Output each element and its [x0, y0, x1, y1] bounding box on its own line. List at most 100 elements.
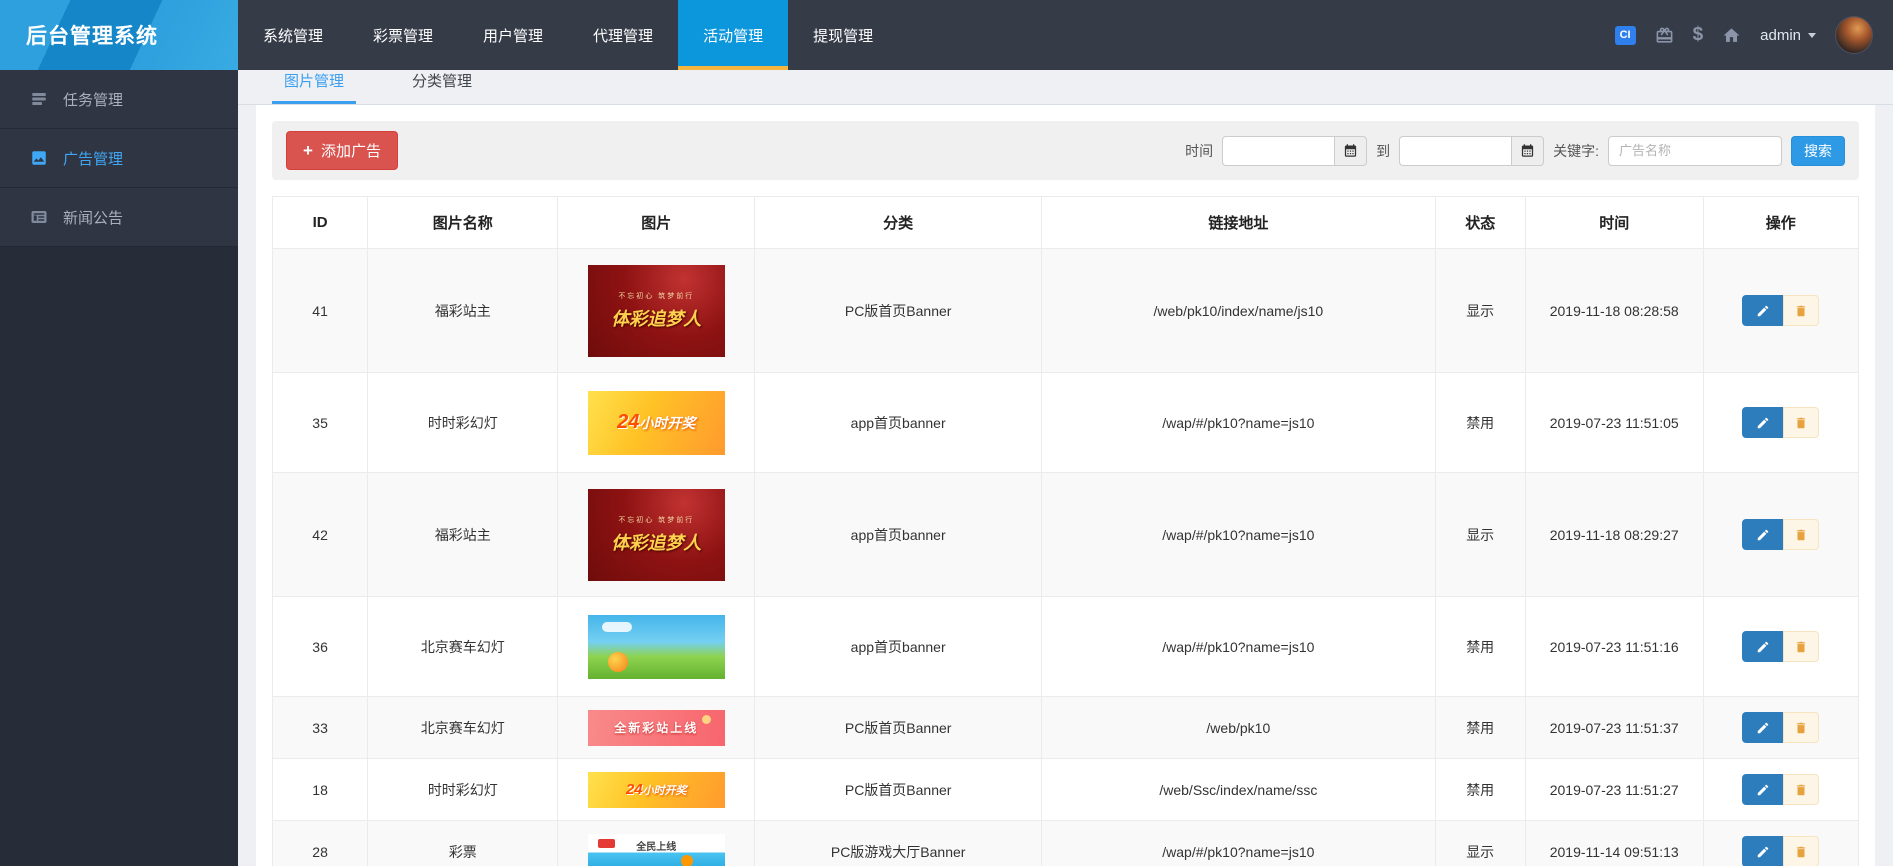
- table-row: 35 时时彩幻灯 24 小时开奖 app首页banner /wap/#/pk10?…: [271, 372, 1860, 473]
- column-header: 时间: [1524, 196, 1704, 249]
- edit-button[interactable]: [1742, 631, 1784, 662]
- cell-time: 2019-11-18 08:29:27: [1524, 472, 1704, 597]
- table-header-row: ID 图片名称 图片 分类 链接地址 状态 时间 操作: [271, 196, 1860, 249]
- edit-button[interactable]: [1742, 836, 1784, 866]
- cell-id: 35: [271, 372, 369, 473]
- plus-icon: +: [303, 141, 313, 160]
- cell-actions: [1702, 248, 1860, 373]
- sidebar-spacer: [0, 247, 238, 866]
- status-badge: 禁用: [1434, 372, 1526, 473]
- search-button[interactable]: 搜索: [1791, 135, 1845, 166]
- pencil-icon: [1756, 845, 1770, 859]
- tab-category-management[interactable]: 分类管理: [400, 70, 484, 104]
- start-date-input[interactable]: [1222, 135, 1335, 166]
- end-date-group: [1399, 135, 1545, 166]
- cell-image: 不忘初心 筑梦前行 体彩追梦人: [557, 472, 756, 597]
- cell-actions: [1702, 472, 1860, 597]
- topnav-item-1[interactable]: 彩票管理: [348, 0, 458, 70]
- pencil-icon: [1756, 528, 1770, 542]
- top-right-tools: CI $ admin: [1614, 0, 1893, 70]
- status-badge: 禁用: [1434, 696, 1526, 759]
- table-row: 33 北京赛车幻灯 全新彩站上线 PC版首页Banner /web/pk10 禁…: [271, 696, 1860, 759]
- calendar-icon[interactable]: [1334, 135, 1368, 166]
- ci-badge-icon[interactable]: CI: [1614, 25, 1636, 45]
- cell-link: /web/Ssc/index/name/ssc: [1041, 758, 1436, 821]
- cell-category: app首页banner: [754, 596, 1043, 697]
- sidebar-item-label: 新闻公告: [63, 209, 124, 227]
- pencil-icon: [1756, 304, 1770, 318]
- delete-button[interactable]: [1783, 631, 1820, 662]
- cell-link: /web/pk10/index/name/js10: [1041, 248, 1436, 373]
- delete-button[interactable]: [1783, 836, 1820, 866]
- cell-id: 36: [271, 596, 369, 697]
- topnav-item-2[interactable]: 用户管理: [458, 0, 568, 70]
- edit-button[interactable]: [1742, 712, 1784, 743]
- column-header: 图片名称: [367, 196, 559, 249]
- banner-text: 体彩追梦人: [611, 308, 702, 329]
- main-layout: 任务管理 广告管理 新闻公告 图片管理 分类管理 + 添加广告 时间 到 关键字…: [0, 70, 1893, 866]
- table-row: 18 时时彩幻灯 24 小时开奖 PC版首页Banner /web/Ssc/ind…: [271, 758, 1860, 821]
- delete-button[interactable]: [1783, 407, 1820, 438]
- delete-button[interactable]: [1783, 712, 1820, 743]
- main-content: 图片管理 分类管理 + 添加广告 时间 到 关键字: 广告名称 搜索 ID 图片…: [238, 70, 1893, 866]
- top-nav-items: 系统管理 彩票管理 用户管理 代理管理 活动管理 提现管理: [238, 0, 898, 70]
- ads-table: ID 图片名称 图片 分类 链接地址 状态 时间 操作 41 福彩站主 不忘初心 筑梦前行 体彩…: [271, 196, 1860, 866]
- add-ad-button[interactable]: + 添加广告: [286, 131, 398, 170]
- sidebar-item-0[interactable]: 任务管理: [0, 70, 238, 129]
- pencil-icon: [1756, 721, 1770, 735]
- cell-id: 33: [271, 696, 369, 759]
- news-icon: [30, 208, 48, 226]
- cell-id: 41: [271, 248, 369, 373]
- topnav-item-5[interactable]: 提现管理: [788, 0, 898, 70]
- user-name: admin: [1760, 26, 1801, 44]
- edit-button[interactable]: [1742, 407, 1784, 438]
- start-date-group: [1222, 135, 1368, 166]
- sidebar-item-2[interactable]: 新闻公告: [0, 188, 238, 247]
- cell-id: 28: [271, 820, 369, 866]
- user-menu[interactable]: admin: [1760, 27, 1816, 44]
- tab-image-management[interactable]: 图片管理: [272, 70, 357, 104]
- topnav-item-3[interactable]: 代理管理: [568, 0, 678, 70]
- trash-icon: [1794, 783, 1808, 797]
- content-card: + 添加广告 时间 到 关键字: 广告名称 搜索 ID 图片名称 图片 分类 链…: [256, 105, 1875, 866]
- calendar-icon[interactable]: [1511, 135, 1545, 166]
- table-row: 41 福彩站主 不忘初心 筑梦前行 体彩追梦人 PC版首页Banner /web/…: [271, 248, 1860, 373]
- edit-button[interactable]: [1742, 774, 1784, 805]
- trash-icon: [1794, 845, 1808, 859]
- topnav-item-0[interactable]: 系统管理: [238, 0, 348, 70]
- cell-image: 全新彩站上线: [557, 696, 756, 759]
- cell-category: app首页banner: [754, 472, 1043, 597]
- home-icon[interactable]: [1722, 26, 1741, 45]
- end-date-input[interactable]: [1399, 135, 1512, 166]
- add-ad-button-label: 添加广告: [320, 143, 381, 160]
- sidebar-item-1[interactable]: 广告管理: [0, 129, 238, 188]
- avatar[interactable]: [1835, 16, 1873, 54]
- gift-icon[interactable]: [1655, 26, 1674, 45]
- cell-link: /wap/#/pk10?name=js10: [1041, 596, 1436, 697]
- cell-image: 不忘初心 筑梦前行 体彩追梦人: [557, 248, 756, 373]
- topnav-item-4[interactable]: 活动管理: [678, 0, 789, 70]
- time-label: 时间: [1185, 142, 1214, 159]
- delete-button[interactable]: [1783, 295, 1820, 326]
- dollar-icon[interactable]: $: [1693, 24, 1704, 46]
- keyword-input[interactable]: [1608, 135, 1782, 166]
- cell-image-name: 时时彩幻灯: [367, 758, 559, 821]
- column-header: 分类: [754, 196, 1043, 249]
- trash-icon: [1794, 528, 1808, 542]
- edit-button[interactable]: [1742, 295, 1784, 326]
- status-badge: 禁用: [1434, 596, 1526, 697]
- delete-button[interactable]: [1783, 774, 1820, 805]
- app-logo: 后台管理系统: [0, 0, 238, 70]
- banner-thumbnail: [587, 614, 725, 679]
- cell-image-name: 北京赛车幻灯: [367, 596, 559, 697]
- edit-button[interactable]: [1742, 519, 1784, 550]
- trash-icon: [1794, 416, 1808, 430]
- column-header: 链接地址: [1041, 196, 1436, 249]
- chevron-down-icon: [1808, 32, 1816, 38]
- keyword-label: 关键字:: [1553, 142, 1599, 159]
- banner-text: 小时开奖: [642, 784, 687, 797]
- cell-link: /wap/#/pk10?name=js10: [1041, 820, 1436, 866]
- delete-button[interactable]: [1783, 519, 1820, 550]
- cell-link: /web/pk10: [1041, 696, 1436, 759]
- trash-icon: [1794, 304, 1808, 318]
